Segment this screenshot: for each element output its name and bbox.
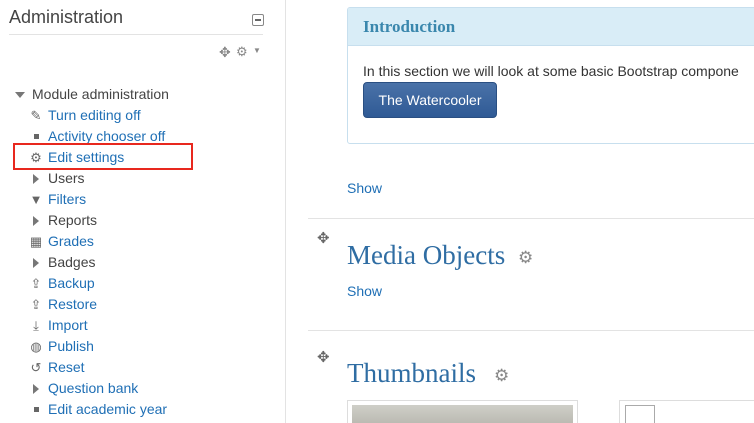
tree-item-label: Users — [48, 170, 85, 186]
tree-item-module-administration[interactable]: Module administration — [11, 84, 169, 105]
tree-item-grades[interactable]: ▦ Grades — [27, 231, 94, 252]
tree-item-users[interactable]: Users — [27, 168, 85, 189]
bullet-icon — [27, 402, 45, 418]
upload-icon: ⇪ — [30, 276, 42, 291]
gear-icon[interactable]: ⚙ — [236, 44, 248, 60]
thumbnail-image[interactable]: ... — [619, 400, 754, 423]
move-icon[interactable]: ✥ — [317, 348, 330, 366]
tree-item-reset[interactable]: ↺ Reset — [27, 357, 85, 378]
collapsed-triangle-icon — [27, 171, 45, 187]
gear-icon[interactable]: ⚙ — [494, 366, 509, 386]
tree-item-edit-academic-year[interactable]: Edit academic year — [27, 399, 167, 420]
tree-item-backup[interactable]: ⇪ Backup — [27, 273, 95, 294]
block-title: Administration — [9, 7, 124, 27]
gear-icon[interactable]: ⚙ — [518, 248, 533, 268]
administration-block: Administration ✥ ⚙ ▼ Module administrati… — [0, 0, 286, 423]
tree-item-label: Turn editing off — [48, 107, 141, 123]
section-title-media-objects[interactable]: Media Objects — [347, 240, 505, 271]
tree-item-label: Badges — [48, 254, 96, 270]
panel-text: In this section we will look at some bas… — [363, 63, 739, 79]
tree-item-label: Grades — [48, 233, 94, 249]
move-icon[interactable]: ✥ — [317, 229, 330, 247]
tree-item-label: Filters — [48, 191, 87, 207]
tree-item-label: Backup — [48, 275, 95, 291]
thumbnail-image[interactable] — [347, 400, 578, 423]
broken-image-text: ... — [628, 416, 638, 423]
collapsed-triangle-icon — [27, 213, 45, 229]
tree-item-label: Publish — [48, 338, 94, 354]
tree-item-label: Module administration — [32, 86, 169, 102]
globe-icon: ◍ — [30, 339, 42, 354]
tree-item-label: Reports — [48, 212, 98, 228]
watercooler-button[interactable]: The Watercooler — [363, 82, 497, 118]
tree-item-label: Restore — [48, 296, 98, 312]
tree-item-label: Edit academic year — [48, 401, 168, 417]
tree-item-import[interactable]: ⤓ Import — [27, 315, 88, 336]
tree-item-restore[interactable]: ⇪ Restore — [27, 294, 97, 315]
grid-icon: ▦ — [29, 234, 43, 249]
section-divider — [308, 218, 754, 219]
tree-item-turn-editing-off[interactable]: ✎ Turn editing off — [27, 105, 141, 126]
download-icon: ⤓ — [33, 318, 39, 333]
tree-item-label: Question bank — [48, 380, 139, 396]
pencil-icon: ✎ — [30, 108, 42, 123]
collapsed-triangle-icon — [27, 255, 45, 271]
upload-icon: ⇪ — [30, 297, 42, 312]
section-title-thumbnails[interactable]: Thumbnails — [347, 358, 476, 389]
tree-item-label: Import — [48, 317, 88, 333]
tree-item-reports[interactable]: Reports — [27, 210, 97, 231]
move-icon[interactable]: ✥ — [219, 44, 231, 61]
show-link[interactable]: Show — [347, 283, 382, 299]
tree-item-publish[interactable]: ◍ Publish — [27, 336, 94, 357]
reset-icon: ↺ — [30, 360, 42, 375]
tree-item-label: Reset — [48, 359, 85, 375]
tree-item-question-bank[interactable]: Question bank — [27, 378, 138, 399]
tree-item-filters[interactable]: ▼ Filters — [27, 189, 87, 210]
introduction-panel: Introduction In this section we will loo… — [347, 7, 754, 144]
collapse-block-button[interactable] — [252, 14, 264, 26]
expanded-triangle-icon — [11, 87, 29, 103]
show-link[interactable]: Show — [347, 180, 382, 196]
broken-image-icon: ... — [625, 405, 655, 423]
collapsed-triangle-icon — [27, 381, 45, 397]
divider — [9, 34, 263, 35]
highlight-annotation — [13, 143, 193, 170]
chevron-down-icon[interactable]: ▼ — [253, 46, 261, 55]
section-divider — [308, 330, 754, 331]
tree-item-badges[interactable]: Badges — [27, 252, 95, 273]
panel-heading: Introduction — [348, 8, 754, 46]
filter-icon: ▼ — [29, 192, 43, 207]
